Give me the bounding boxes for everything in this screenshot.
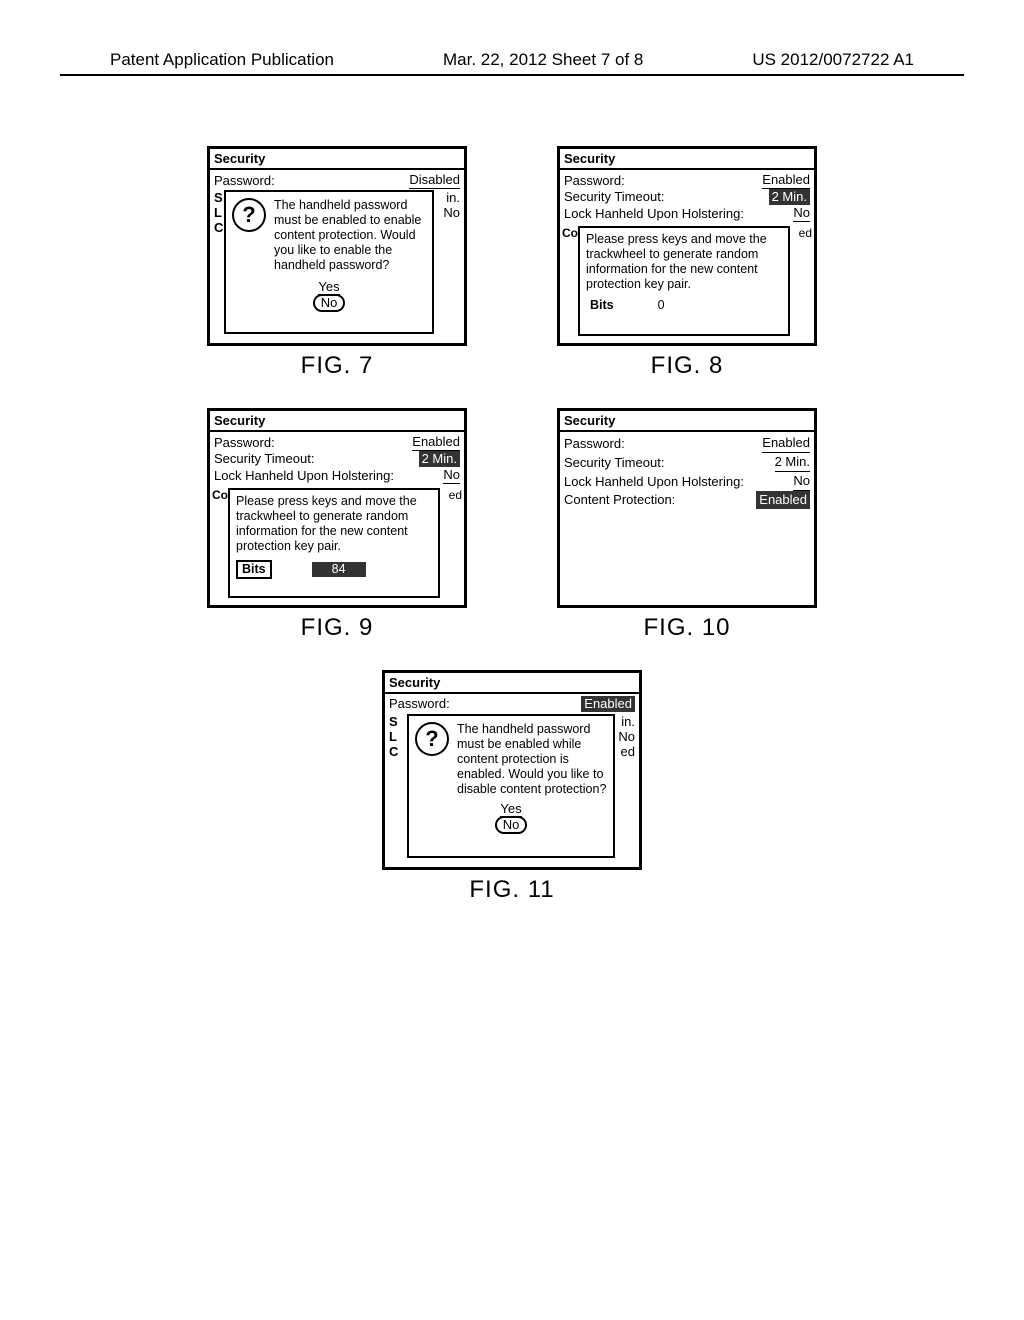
question-icon: ? [415,722,449,756]
fig9-co-tail: Co [212,488,228,502]
fig11-dialog: ? The handheld password must be enabled … [407,714,615,858]
fig9-caption: FIG. 9 [301,614,374,642]
fig10-timeout-label: Security Timeout: [564,454,664,472]
fig9-bits-value: 84 [312,562,366,577]
fig9-pw-value[interactable]: Enabled [412,434,460,451]
fig11-no-button[interactable]: No [495,816,528,834]
fig10-pw-label: Password: [564,435,625,453]
header-rule [60,74,964,76]
fig10-lock-value[interactable]: No [793,472,810,491]
fig8-pw-label: Password: [564,173,625,189]
fig9-keygen-dialog: Please press keys and move the trackwhee… [228,488,440,598]
fig7-yes-button[interactable]: Yes [318,279,339,295]
fig11-bg-left: S L C [389,714,398,759]
fig8-bits-value: 0 [658,298,665,313]
fig7-bg-right: in. No [443,190,460,220]
fig8-caption: FIG. 8 [651,352,724,380]
fig8-lock-label: Lock Hanheld Upon Holstering: [564,206,744,222]
fig8-ed-tail: ed [799,226,812,240]
fig9-pw-label: Password: [214,435,275,451]
fig7-screen: Security Password: Disabled S L C in. No… [207,146,467,346]
header-publication: Patent Application Publication [110,50,334,70]
fig10-screen: Security Password: Enabled Security Time… [557,408,817,608]
header-date-sheet: Mar. 22, 2012 Sheet 7 of 8 [443,50,643,70]
fig10-titlebar: Security [560,411,814,432]
fig9-titlebar: Security [210,411,464,432]
fig8-timeout-value[interactable]: 2 Min. [769,189,810,205]
question-icon: ? [232,198,266,232]
fig9-timeout-value[interactable]: 2 Min. [419,451,460,467]
fig11-titlebar: Security [385,673,639,694]
fig9-screen: Security Password: Enabled Security Time… [207,408,467,608]
fig8-keygen-dialog: Please press keys and move the trackwhee… [578,226,790,336]
fig11-bg-right: in. No ed [618,714,635,759]
fig8-bits-label: Bits [586,298,618,313]
fig9-keygen-text: Please press keys and move the trackwhee… [236,494,432,554]
fig11-pw-label: Password: [389,696,450,712]
fig8-timeout-label: Security Timeout: [564,189,664,205]
fig7-pw-value[interactable]: Disabled [409,172,460,189]
fig7-dialog: ? The handheld password must be enabled … [224,190,434,334]
fig8-screen: Security Password: Enabled Security Time… [557,146,817,346]
fig7-titlebar: Security [210,149,464,170]
fig8-titlebar: Security [560,149,814,170]
fig8-pw-value[interactable]: Enabled [762,172,810,189]
fig10-timeout-value[interactable]: 2 Min. [775,453,810,472]
fig9-ed-tail: ed [449,488,462,502]
fig10-lock-label: Lock Hanheld Upon Holstering: [564,473,744,491]
fig11-screen: Security Password: Enabled S L C in. No … [382,670,642,870]
fig11-caption: FIG. 11 [469,876,554,904]
fig7-bg-left: S L C [214,190,223,235]
fig11-pw-value[interactable]: Enabled [581,696,635,712]
fig7-dialog-text: The handheld password must be enabled to… [274,198,426,273]
fig10-caption: FIG. 10 [643,614,730,642]
fig9-bits-label: Bits [236,560,272,579]
fig8-lock-value[interactable]: No [793,205,810,222]
fig10-pw-value[interactable]: Enabled [762,434,810,453]
fig7-pw-label: Password: [214,173,275,189]
header-pubnumber: US 2012/0072722 A1 [752,50,914,70]
fig10-cp-value[interactable]: Enabled [756,491,810,509]
fig8-co-tail: Co [562,226,578,240]
fig10-cp-label: Content Protection: [564,491,675,509]
fig8-keygen-text: Please press keys and move the trackwhee… [586,232,782,292]
fig11-dialog-text: The handheld password must be enabled wh… [457,722,607,797]
fig11-yes-button[interactable]: Yes [500,801,521,817]
fig9-timeout-label: Security Timeout: [214,451,314,467]
fig7-no-button[interactable]: No [313,294,346,312]
fig9-lock-label: Lock Hanheld Upon Holstering: [214,468,394,484]
fig7-caption: FIG. 7 [301,352,374,380]
fig9-lock-value[interactable]: No [443,467,460,484]
